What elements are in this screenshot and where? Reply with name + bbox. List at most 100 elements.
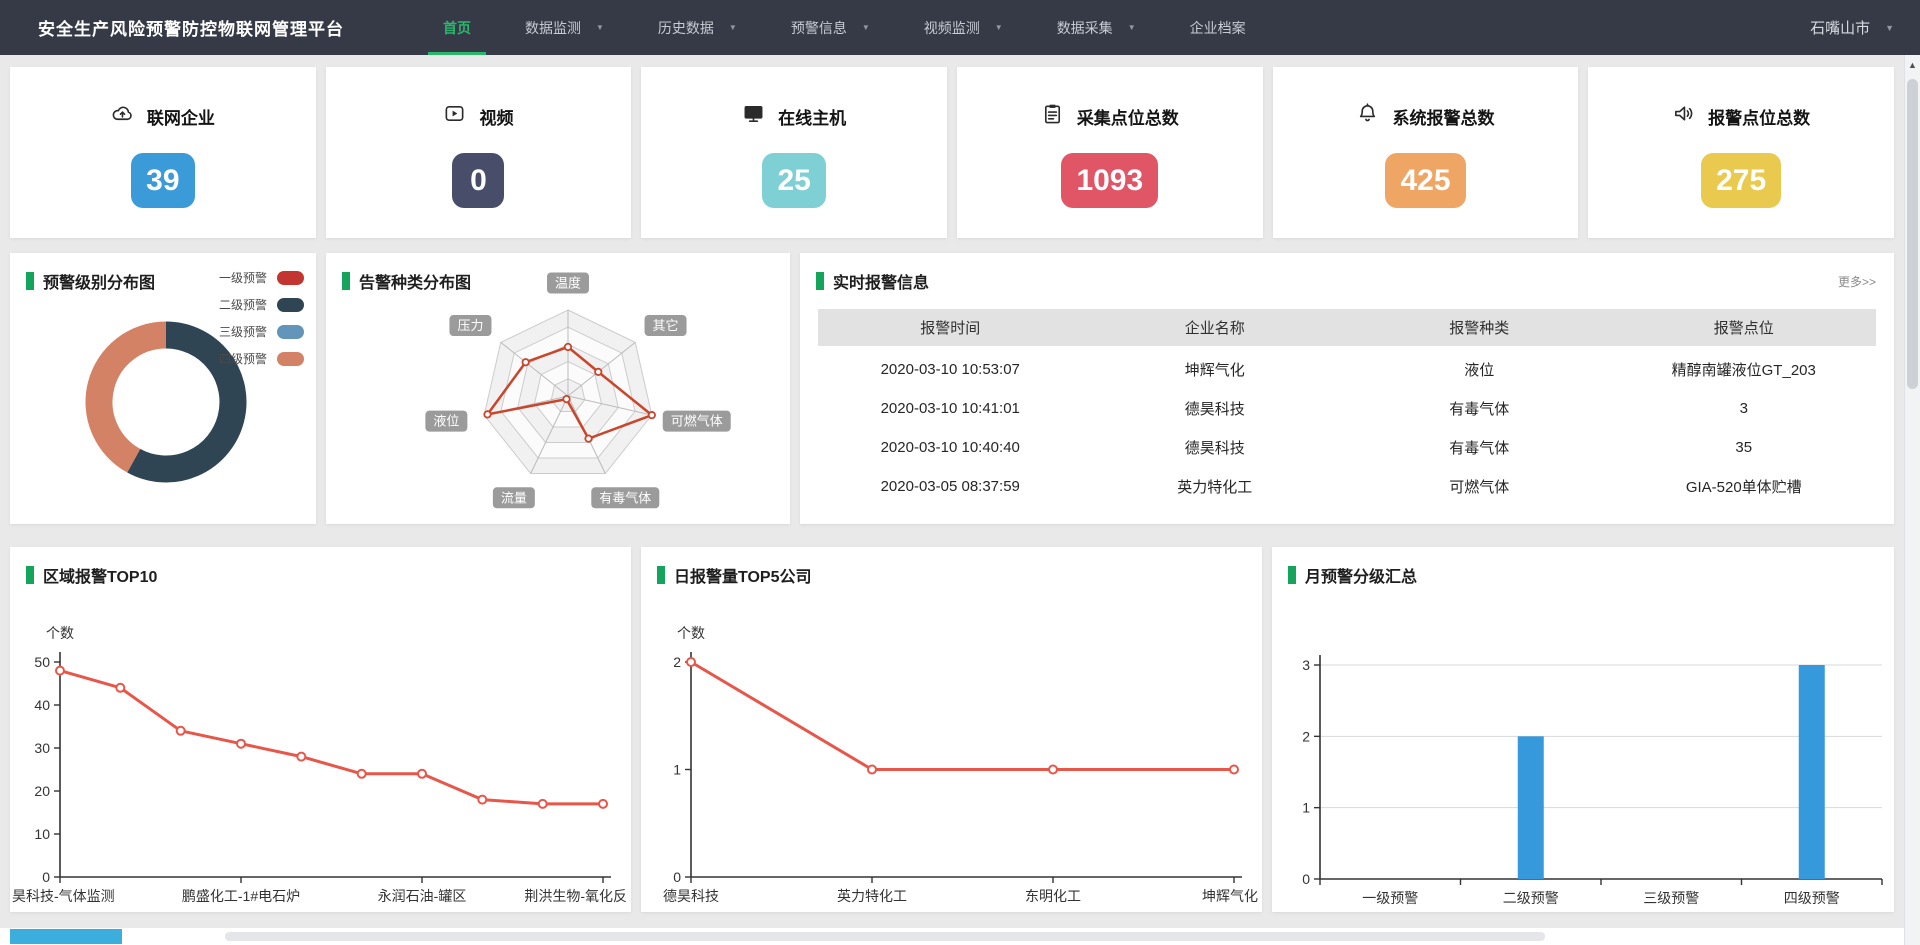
radar-axis-label: 其它 (645, 315, 687, 336)
bottom-scroll-area (0, 928, 1904, 945)
y-axis-title: 个数 (677, 625, 705, 641)
data-point (687, 658, 695, 666)
bottom-row: 区域报警TOP10 01020304050个数昊科技-气体监测鹏盛化工-1#电石… (10, 547, 1894, 912)
horizontal-scrollbar-thumb[interactable] (225, 932, 1545, 941)
nav-item-home[interactable]: 首页 (416, 0, 498, 55)
panel-monthly-summary: 月预警分级汇总 0123一级预警二级预警三级预警四级预警 (1272, 547, 1894, 912)
radar-data-point (484, 411, 490, 417)
bar (1518, 736, 1544, 879)
title-accent-bar (26, 566, 34, 584)
y-tick-label: 40 (34, 697, 50, 713)
stat-value-badge: 1093 (1061, 153, 1158, 208)
legend-item-level2[interactable]: 二级预警 (219, 296, 304, 313)
title-accent-bar (816, 272, 824, 290)
svg-text:其它: 其它 (653, 318, 679, 333)
data-point (539, 800, 547, 808)
nav-item-warning-info[interactable]: 预警信息▼ (764, 0, 897, 55)
legend-swatch (277, 298, 304, 312)
data-point (358, 770, 366, 778)
stat-label: 联网企业 (147, 104, 215, 129)
svg-text:流量: 流量 (501, 490, 527, 505)
radar-axis-label: 液位 (425, 411, 467, 432)
more-link[interactable]: 更多>> (1838, 273, 1876, 290)
x-tick-label: 德昊科技 (663, 888, 719, 904)
y-tick-label: 30 (34, 740, 50, 756)
radar-data-point (563, 396, 569, 402)
panel-daily-top5: 日报警量TOP5公司 012个数德昊科技英力特化工东明化工坤辉气化 (641, 547, 1262, 912)
y-tick-label: 20 (34, 783, 50, 799)
radar-axis-label: 可燃气体 (663, 411, 731, 432)
radar-axis-label: 温度 (547, 273, 589, 294)
chevron-down-icon: ▼ (1128, 23, 1136, 32)
title-accent-bar (1288, 566, 1296, 584)
y-tick-label: 50 (34, 654, 50, 670)
monthly-summary-bar-chart: 0123一级预警二级预警三级预警四级预警 (1272, 547, 1894, 912)
nav-item-enterprise-archive[interactable]: 企业档案 (1163, 0, 1273, 55)
scroll-up-arrow-icon[interactable]: ▲ (1905, 55, 1920, 75)
x-tick-label: 二级预警 (1503, 890, 1559, 906)
vertical-scrollbar[interactable]: ▲ (1904, 55, 1920, 945)
stat-label: 采集点位总数 (1077, 104, 1179, 129)
chevron-down-icon: ▼ (729, 23, 737, 32)
video-icon (443, 102, 466, 130)
nav-item-data-collect[interactable]: 数据采集▼ (1030, 0, 1163, 55)
y-tick-label: 0 (42, 869, 50, 885)
region-selector[interactable]: 石嘴山市 ▼ (1810, 17, 1894, 38)
bell-icon (1356, 102, 1379, 130)
panel-title: 日报警量TOP5公司 (674, 563, 812, 587)
table-body: 2020-03-10 10:53:07坤辉气化液位精醇南罐液位GT_203 20… (818, 350, 1876, 506)
nav-item-video-monitor[interactable]: 视频监测▼ (897, 0, 1030, 55)
app-title: 安全生产风险预警防控物联网管理平台 (38, 15, 344, 40)
y-tick-label: 3 (1302, 657, 1310, 673)
legend-swatch (277, 352, 304, 366)
panel-title: 实时报警信息 (833, 269, 929, 293)
nav-menu: 首页 数据监测▼ 历史数据▼ 预警信息▼ 视频监测▼ 数据采集▼ 企业档案 (416, 0, 1273, 55)
chevron-down-icon: ▼ (862, 23, 870, 32)
svg-text:压力: 压力 (457, 318, 483, 333)
cloud-icon (111, 102, 134, 130)
svg-text:可燃气体: 可燃气体 (671, 414, 723, 429)
stat-value-badge: 275 (1701, 153, 1781, 208)
x-tick-label: 荆洪生物-氧化反 (524, 888, 627, 904)
stat-label: 在线主机 (778, 104, 846, 129)
stat-card-online-hosts: 在线主机 25 (641, 67, 947, 238)
chevron-down-icon: ▼ (596, 23, 604, 32)
col-header-point: 报警点位 (1612, 317, 1877, 338)
daily-top5-line-chart: 012个数德昊科技英力特化工东明化工坤辉气化 (641, 547, 1262, 912)
svg-text:温度: 温度 (555, 276, 581, 291)
title-accent-bar (26, 272, 34, 290)
table-row[interactable]: 2020-03-05 08:37:59英力特化工可燃气体GIA-520单体贮槽 (818, 467, 1876, 506)
legend-item-level3[interactable]: 三级预警 (219, 323, 304, 340)
stat-label: 视频 (479, 104, 513, 129)
bar (1799, 665, 1825, 879)
monitor-icon (742, 102, 765, 130)
radar-axis-label: 有毒气体 (591, 487, 659, 508)
nav-item-data-monitor[interactable]: 数据监测▼ (498, 0, 631, 55)
radar-data-point (522, 359, 528, 365)
panel-title: 预警级别分布图 (43, 269, 155, 293)
table-row[interactable]: 2020-03-10 10:40:40德昊科技有毒气体35 (818, 428, 1876, 467)
vertical-scrollbar-thumb[interactable] (1907, 79, 1918, 389)
speaker-icon (1672, 102, 1695, 130)
x-tick-label: 东明化工 (1025, 888, 1081, 904)
table-row[interactable]: 2020-03-10 10:41:01德昊科技有毒气体3 (818, 389, 1876, 428)
radar-axis-label: 压力 (449, 315, 491, 336)
y-tick-label: 2 (673, 654, 681, 670)
table-row[interactable]: 2020-03-10 10:53:07坤辉气化液位精醇南罐液位GT_203 (818, 350, 1876, 389)
stat-cards-row: 联网企业 39 视频 0 在线主机 25 采集点位总数 1093 系统报警总数 … (10, 67, 1894, 238)
nav-item-history-data[interactable]: 历史数据▼ (631, 0, 764, 55)
x-tick-label: 鹏盛化工-1#电石炉 (182, 888, 300, 904)
pie-legend: 一级预警 二级预警 三级预警 四级预警 (219, 269, 304, 377)
x-tick-label: 永润石油-罐区 (378, 888, 467, 904)
stat-value-badge: 39 (131, 153, 194, 208)
donut-slice (99, 335, 166, 461)
legend-swatch (277, 325, 304, 339)
data-point (237, 740, 245, 748)
data-point (868, 766, 876, 774)
panel-title: 区域报警TOP10 (43, 563, 157, 587)
legend-item-level4[interactable]: 四级预警 (219, 350, 304, 367)
radar-data-point (649, 412, 655, 418)
top-nav-bar: 安全生产风险预警防控物联网管理平台 首页 数据监测▼ 历史数据▼ 预警信息▼ 视… (0, 0, 1920, 55)
y-tick-label: 1 (673, 762, 681, 778)
legend-item-level1[interactable]: 一级预警 (219, 269, 304, 286)
